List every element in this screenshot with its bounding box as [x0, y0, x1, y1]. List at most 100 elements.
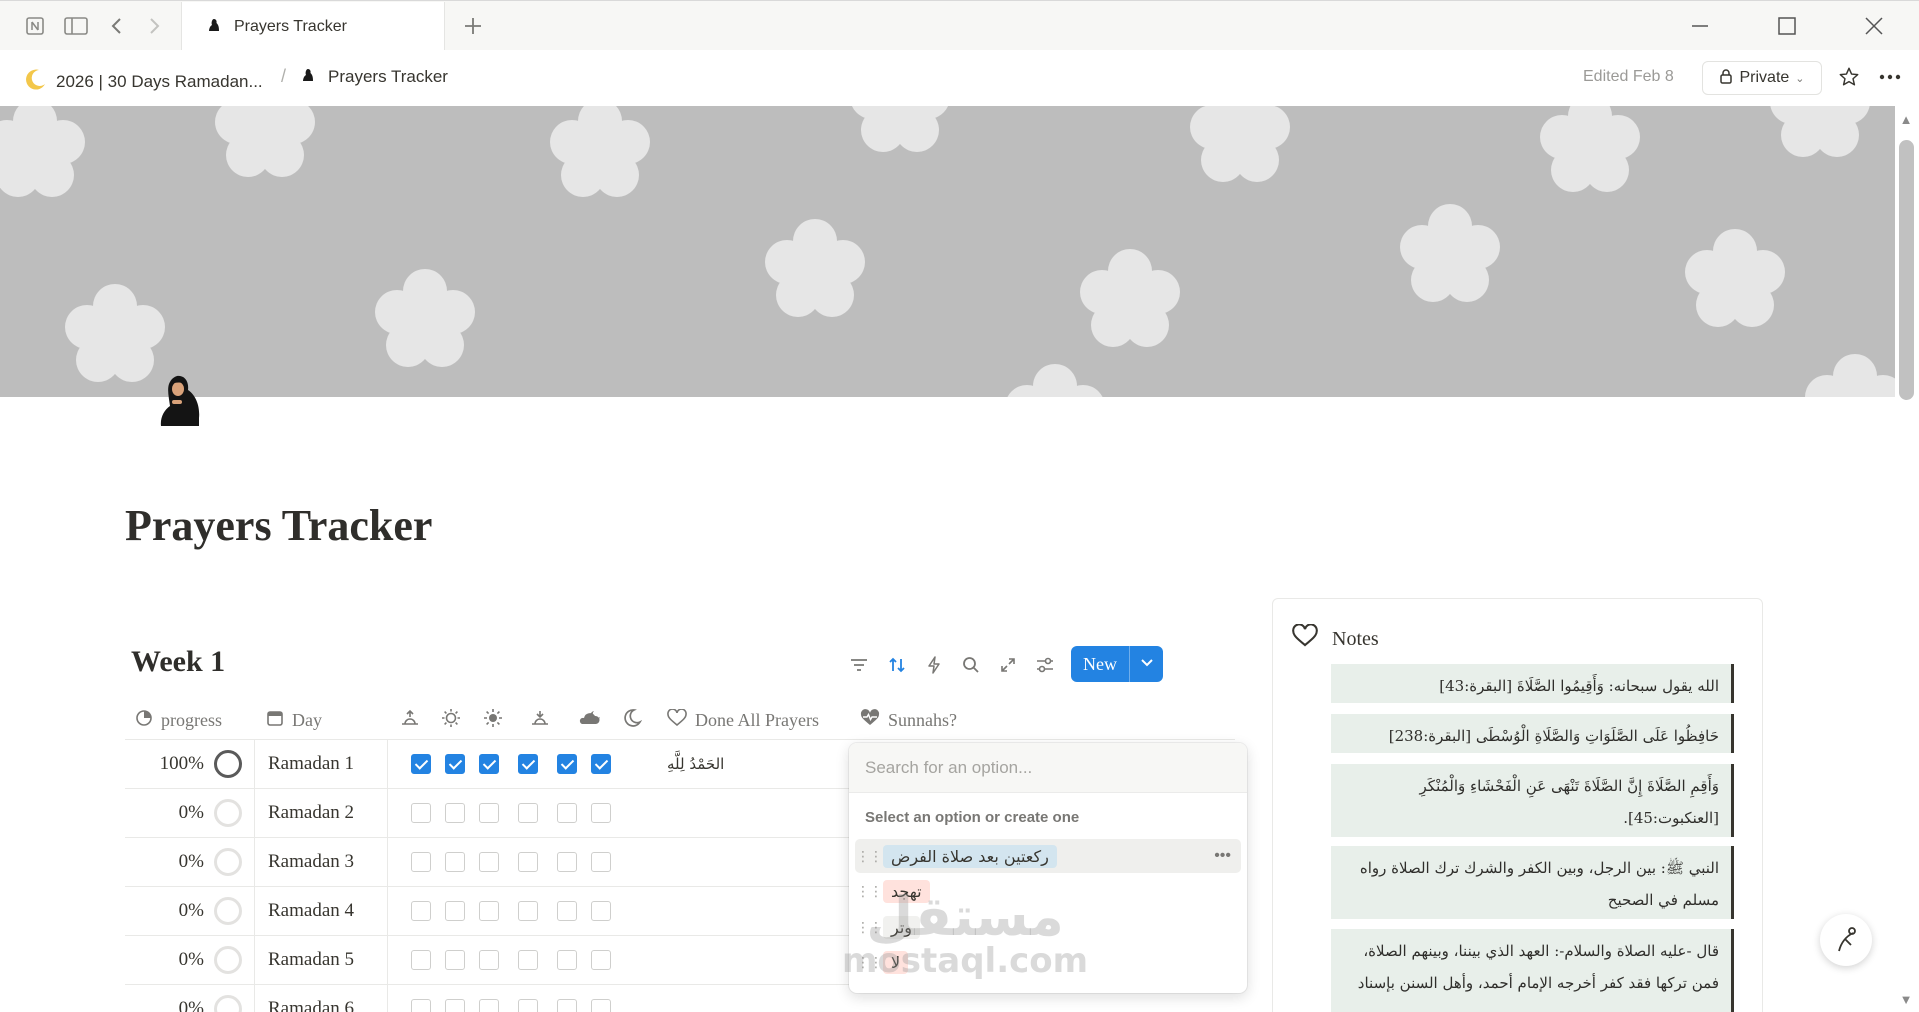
prayer-checkbox[interactable] [591, 950, 611, 970]
prayer-checkbox[interactable] [591, 803, 611, 823]
new-entry-button[interactable]: New [1071, 646, 1163, 682]
help-assistant-button[interactable] [1820, 914, 1872, 966]
prayer-checkbox[interactable] [518, 901, 538, 921]
more-options-icon[interactable] [1875, 62, 1905, 92]
prayer-checkbox[interactable] [591, 754, 611, 774]
day-cell[interactable]: Ramadan 2 [255, 789, 388, 837]
prayer-checkbox[interactable] [518, 754, 538, 774]
column-header-maghrib[interactable] [530, 700, 550, 740]
done-all-cell[interactable] [655, 985, 845, 1012]
minimize-icon[interactable] [1685, 11, 1715, 41]
share-privacy-button[interactable]: Private ⌄ [1702, 61, 1822, 95]
column-header-night[interactable] [622, 700, 643, 740]
prayer-checkbox[interactable] [445, 901, 465, 921]
day-cell[interactable]: Ramadan 6 [255, 985, 388, 1012]
favorite-star-icon[interactable] [1834, 62, 1864, 92]
prayer-checkbox[interactable] [518, 999, 538, 1012]
column-header-fajr[interactable] [400, 700, 420, 740]
database-view-title[interactable]: Week 1 [131, 645, 225, 679]
new-entry-dropdown-chevron-icon[interactable] [1130, 656, 1163, 672]
prayer-checkbox[interactable] [518, 852, 538, 872]
page-title[interactable]: Prayers Tracker [125, 500, 432, 551]
column-header-isha[interactable] [578, 700, 602, 740]
note-quote[interactable]: النبي ﷺ: بين الرجل، وبين الكفر والشرك تر… [1331, 846, 1734, 919]
page-icon-praying-person[interactable] [155, 372, 205, 432]
prayer-checkbox[interactable] [518, 803, 538, 823]
prayer-checkbox[interactable] [411, 852, 431, 872]
page-cover[interactable] [0, 106, 1895, 397]
column-header-day[interactable]: Day [266, 700, 322, 740]
filter-icon[interactable] [846, 652, 872, 678]
notion-logo-icon[interactable] [22, 13, 48, 39]
prayer-checkbox[interactable] [479, 999, 499, 1012]
option-search-input[interactable]: Search for an option... [849, 743, 1247, 793]
option-more-icon[interactable]: ••• [1214, 847, 1231, 865]
prayer-checkbox[interactable] [479, 901, 499, 921]
prayer-checkbox[interactable] [591, 901, 611, 921]
prayer-checkbox[interactable] [557, 950, 577, 970]
tab-prayers-tracker[interactable]: Prayers Tracker [181, 2, 445, 51]
note-quote[interactable]: قال -عليه الصلاة والسلام-: العهد الذي بي… [1331, 929, 1734, 1012]
prayer-checkbox[interactable] [445, 852, 465, 872]
option-item[interactable]: ⋮⋮ تهجد [855, 874, 1241, 908]
search-icon[interactable] [958, 652, 984, 678]
column-header-dhuhr[interactable] [441, 700, 461, 740]
column-header-progress[interactable]: progress [135, 700, 222, 740]
prayer-checkbox[interactable] [557, 803, 577, 823]
prayer-checkbox[interactable] [479, 852, 499, 872]
scroll-down-arrow-icon[interactable]: ▼ [1898, 992, 1914, 1007]
prayer-checkbox[interactable] [518, 950, 538, 970]
drag-handle-icon[interactable]: ⋮⋮ [855, 919, 883, 936]
option-item[interactable]: ⋮⋮ وتر [855, 910, 1241, 944]
settings-sliders-icon[interactable] [1032, 652, 1058, 678]
prayer-checkbox[interactable] [411, 803, 431, 823]
prayer-checkbox[interactable] [445, 950, 465, 970]
day-cell[interactable]: Ramadan 3 [255, 838, 388, 886]
sidebar-toggle-icon[interactable] [63, 13, 89, 39]
day-cell[interactable]: Ramadan 5 [255, 936, 388, 984]
prayer-checkbox[interactable] [591, 999, 611, 1012]
scroll-up-arrow-icon[interactable]: ▲ [1898, 112, 1914, 127]
page-scrollbar-thumb[interactable] [1899, 140, 1914, 400]
prayer-checkbox[interactable] [557, 999, 577, 1012]
note-quote[interactable]: حَافِظُوا عَلَى الصَّلَوَاتِ وَالصَّلَاة… [1331, 714, 1734, 753]
prayer-checkbox[interactable] [479, 950, 499, 970]
day-cell[interactable]: Ramadan 4 [255, 887, 388, 935]
prayer-checkbox[interactable] [479, 754, 499, 774]
column-header-sunnahs[interactable]: Sunnahs? [860, 700, 957, 740]
prayer-checkbox[interactable] [445, 803, 465, 823]
prayer-checkbox[interactable] [557, 852, 577, 872]
prayer-checkbox[interactable] [411, 950, 431, 970]
maximize-icon[interactable] [1772, 11, 1802, 41]
prayer-checkbox[interactable] [445, 754, 465, 774]
prayer-checkbox[interactable] [479, 803, 499, 823]
drag-handle-icon[interactable]: ⋮⋮ [855, 954, 883, 971]
note-quote[interactable]: الله يقول سبحانه: وَأَقِيمُوا الصَّلَاةَ… [1331, 664, 1734, 703]
option-item[interactable]: ⋮⋮ ركعتين بعد صلاة الفرض ••• [855, 839, 1241, 873]
done-all-cell[interactable] [655, 789, 845, 837]
breadcrumb-current[interactable]: Prayers Tracker [302, 67, 448, 87]
drag-handle-icon[interactable]: ⋮⋮ [855, 848, 883, 865]
drag-handle-icon[interactable]: ⋮⋮ [855, 883, 883, 900]
done-all-cell[interactable] [655, 838, 845, 886]
breadcrumb-parent[interactable]: 2026 | 30 Days Ramadan... [24, 67, 263, 96]
back-arrow-icon[interactable] [104, 13, 130, 39]
prayer-checkbox[interactable] [411, 901, 431, 921]
prayer-checkbox[interactable] [591, 852, 611, 872]
sort-icon[interactable] [884, 652, 910, 678]
column-header-asr[interactable] [483, 700, 503, 740]
automation-lightning-icon[interactable] [921, 652, 947, 678]
done-all-cell[interactable]: الحَمْدُ لِلَّهِ [655, 740, 845, 788]
prayer-checkbox[interactable] [445, 999, 465, 1012]
done-all-cell[interactable] [655, 887, 845, 935]
note-quote[interactable]: وَأَقِمِ الصَّلَاةَ إِنَّ الصَّلَاةَ تَن… [1331, 764, 1734, 837]
prayer-checkbox[interactable] [557, 754, 577, 774]
day-cell[interactable]: Ramadan 1 [255, 740, 388, 788]
new-tab-plus-icon[interactable] [460, 13, 486, 39]
prayer-checkbox[interactable] [411, 754, 431, 774]
prayer-checkbox[interactable] [557, 901, 577, 921]
prayer-checkbox[interactable] [411, 999, 431, 1012]
forward-arrow-icon[interactable] [141, 13, 167, 39]
option-item[interactable]: ⋮⋮ لا [855, 945, 1241, 979]
column-header-done-all[interactable]: Done All Prayers [667, 700, 819, 740]
